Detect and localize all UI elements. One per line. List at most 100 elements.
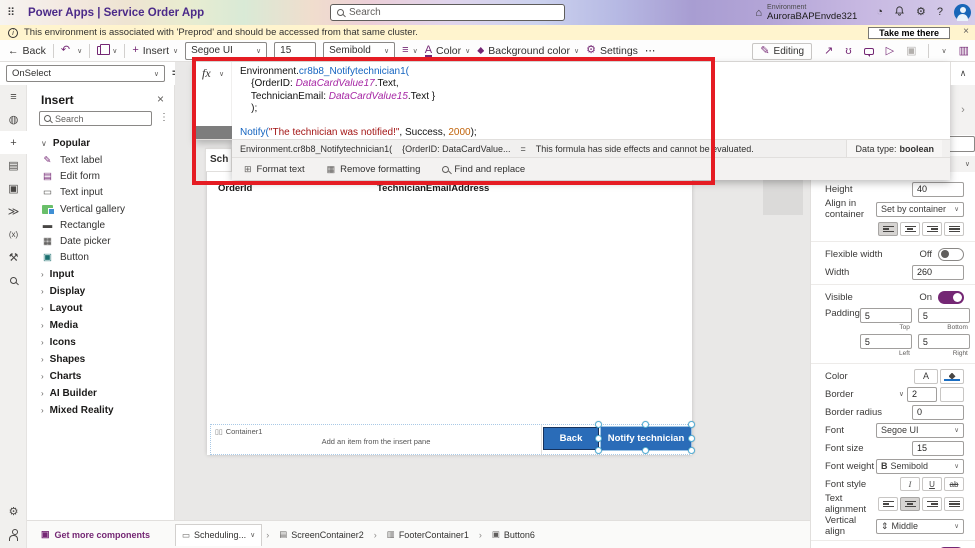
insert-item-text-input[interactable]: ▭ Text input xyxy=(27,185,174,201)
more-options-icon[interactable]: ⋮ xyxy=(159,112,169,123)
settings-gear-icon[interactable]: ⚙ xyxy=(916,7,926,18)
rail-data-icon[interactable]: ▤ xyxy=(0,154,27,177)
border-color-swatch[interactable] xyxy=(940,386,964,402)
padding-top-input[interactable]: 5 xyxy=(859,308,912,323)
rail-advanced-tools-icon[interactable]: ⚒ xyxy=(0,246,27,269)
comments-icon[interactable] xyxy=(863,47,874,57)
align-center-button[interactable] xyxy=(900,222,920,236)
insert-category-ai-builder[interactable]: › AI Builder xyxy=(27,385,174,402)
text-align-right-button[interactable] xyxy=(922,497,942,511)
insert-category-charts[interactable]: › Charts xyxy=(27,368,174,385)
insert-menu-button[interactable]: + Insert ∨ xyxy=(132,45,178,57)
formula-code-area[interactable]: fx ∨ Environment.cr8b8_Notifytechnician1… xyxy=(195,62,950,140)
insert-item-edit-form[interactable]: ▤ Edit form xyxy=(27,168,174,184)
flexible-width-toggle[interactable] xyxy=(938,247,964,261)
border-style-chevron-icon[interactable]: ∨ xyxy=(899,390,904,398)
align-start-button[interactable] xyxy=(878,222,898,236)
strikethrough-button[interactable]: ab xyxy=(944,477,964,491)
font-family-select[interactable]: Segoe UI ∨ xyxy=(185,41,268,60)
user-avatar[interactable] xyxy=(954,4,971,21)
font-weight-select[interactable]: Semibold ∨ xyxy=(323,41,396,60)
insert-category-media[interactable]: › Media xyxy=(27,317,174,334)
font-color-button[interactable]: A Color ∨ xyxy=(424,44,470,57)
selection-handle[interactable] xyxy=(688,435,695,442)
align-stretch-button[interactable] xyxy=(944,222,964,236)
height-input[interactable]: 40 xyxy=(912,181,964,197)
global-search-input[interactable]: Search xyxy=(330,4,565,21)
breadcrumb-scheduling-[interactable]: ▭ Scheduling... ∨ xyxy=(175,523,263,546)
help-icon[interactable]: ? xyxy=(937,7,943,18)
rail-tree-view-icon[interactable]: ◍ xyxy=(0,108,27,131)
insert-search-input[interactable]: Search xyxy=(39,111,152,126)
padding-right-input[interactable]: 5 xyxy=(917,334,970,349)
app-checker-icon[interactable]: ʊ xyxy=(845,45,851,57)
insert-category-mixed-reality[interactable]: › Mixed Reality xyxy=(27,402,174,419)
selection-handle[interactable] xyxy=(688,421,695,428)
close-icon[interactable]: × xyxy=(963,26,969,37)
border-width-input[interactable]: 2 xyxy=(907,386,937,402)
formula-bar-collapse-button[interactable]: ∧ xyxy=(950,62,975,85)
breadcrumb-footercontainer1[interactable]: ▥ FooterContainer1 xyxy=(381,526,475,543)
selection-handle[interactable] xyxy=(595,421,602,428)
align-in-container-select[interactable]: Set by container ∨ xyxy=(876,201,964,217)
more-commands-button[interactable]: ⋯ xyxy=(645,45,656,57)
insert-item-rectangle[interactable]: ▬ Rectangle xyxy=(27,217,174,233)
underline-button[interactable]: U xyxy=(922,477,942,491)
rail-variables-icon[interactable]: (x) xyxy=(0,223,27,246)
font-weight-select[interactable]: B Semibold ∨ xyxy=(876,458,964,474)
property-select[interactable]: OnSelect ∨ xyxy=(6,65,165,82)
insert-category-icons[interactable]: › Icons xyxy=(27,334,174,351)
editing-mode-button[interactable]: ✎ Editing xyxy=(752,42,813,60)
copy-menu-chevron-icon[interactable]: ∨ xyxy=(112,47,117,55)
vertical-align-select[interactable]: ⇕ Middle ∨ xyxy=(876,518,964,534)
font-select[interactable]: Segoe UI ∨ xyxy=(876,422,964,438)
text-align-left-button[interactable] xyxy=(878,497,898,511)
copy-button[interactable] xyxy=(97,43,111,55)
insert-category-input[interactable]: › Input xyxy=(27,266,174,283)
selection-handle[interactable] xyxy=(642,421,649,428)
padding-left-input[interactable]: 5 xyxy=(859,334,912,349)
preview-play-icon[interactable]: ▷ xyxy=(886,45,894,57)
rail-media-icon[interactable]: ▣ xyxy=(0,177,27,200)
publish-icon[interactable]: ▥ xyxy=(959,45,969,57)
get-more-components-button[interactable]: ▣ Get more components xyxy=(27,529,175,540)
insert-item-text-label[interactable]: ✎ Text label xyxy=(27,152,174,168)
take-me-there-button[interactable]: Take me there xyxy=(868,26,950,39)
insert-category-display[interactable]: › Display xyxy=(27,283,174,300)
eval-segment-2[interactable]: {OrderID: DataCardValue... xyxy=(402,144,510,154)
insert-item-vertical-gallery[interactable]: Vertical gallery xyxy=(27,201,174,217)
rail-power-automate-icon[interactable]: ≫ xyxy=(0,200,27,223)
find-and-replace-button[interactable]: Find and replace xyxy=(442,164,525,175)
rail-accessibility-icon[interactable] xyxy=(0,523,27,546)
width-input[interactable]: 260 xyxy=(912,264,964,280)
text-align-center-button[interactable] xyxy=(900,497,920,511)
sandbox-icon[interactable]: ◔ xyxy=(876,7,883,18)
chevron-right-icon[interactable]: › xyxy=(950,85,975,135)
font-size-input[interactable]: 15 xyxy=(274,41,317,60)
waffle-icon[interactable]: ⠿ xyxy=(0,6,22,19)
background-color-button[interactable]: Background color ∨ xyxy=(477,45,579,57)
close-icon[interactable]: × xyxy=(157,92,164,106)
popular-section-header[interactable]: ∨ Popular xyxy=(27,135,174,152)
back-button[interactable]: ← Back xyxy=(8,45,46,57)
fx-chevron-icon[interactable]: ∨ xyxy=(219,70,224,78)
fx-icon[interactable]: fx xyxy=(202,66,211,81)
footer-container[interactable]: ▯▯ Container1 Add an item from the inser… xyxy=(210,421,695,455)
selection-handle[interactable] xyxy=(642,447,649,454)
insert-item-button[interactable]: ▣ Button xyxy=(27,250,174,266)
remove-formatting-button[interactable]: ▦ Remove formatting xyxy=(327,164,421,175)
font-size-input[interactable]: 15 xyxy=(912,440,964,456)
border-radius-input[interactable]: 0 xyxy=(912,404,964,420)
eval-segment-1[interactable]: Environment.cr8b8_Notifytechnician1( xyxy=(240,144,392,154)
canvas-back-button[interactable]: Back xyxy=(543,427,599,450)
alignment-menu-button[interactable]: ≡ ∨ xyxy=(402,45,418,56)
italic-button[interactable]: I xyxy=(900,477,920,491)
share-icon[interactable]: ↗ xyxy=(824,45,833,57)
save-menu-chevron-icon[interactable]: ∨ xyxy=(941,47,946,55)
undo-menu-chevron-icon[interactable]: ∨ xyxy=(77,47,82,55)
rail-insert-icon[interactable]: + xyxy=(0,131,27,154)
app-screen-canvas[interactable] xyxy=(207,150,692,455)
fill-color-chip[interactable] xyxy=(940,368,964,384)
insert-item-date-picker[interactable]: ▦ Date picker xyxy=(27,233,174,249)
align-end-button[interactable] xyxy=(922,222,942,236)
